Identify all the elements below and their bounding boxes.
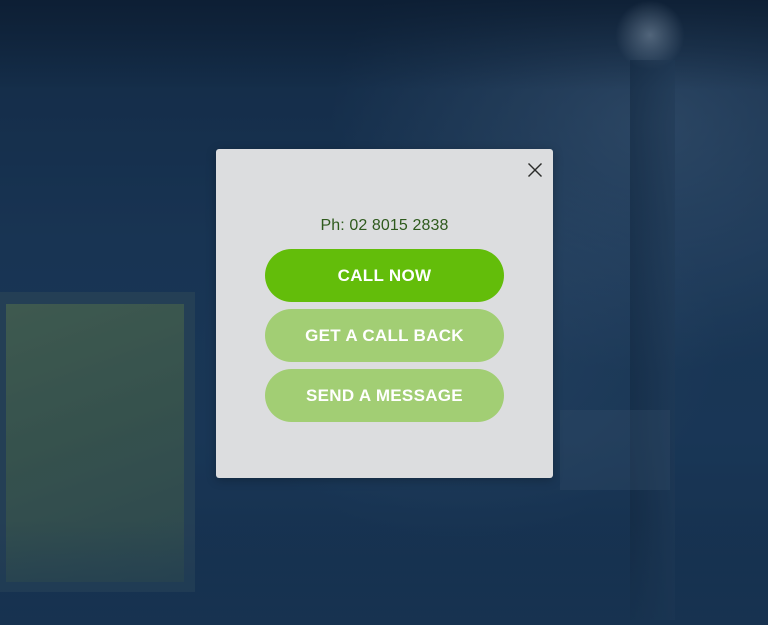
call-now-button[interactable]: CALL NOW <box>265 249 504 302</box>
close-icon <box>528 163 542 177</box>
get-call-back-button[interactable]: GET A CALL BACK <box>265 309 504 362</box>
close-button[interactable] <box>525 160 545 180</box>
phone-number: Ph: 02 8015 2838 <box>320 217 449 234</box>
send-message-button[interactable]: SEND A MESSAGE <box>265 369 504 422</box>
contact-modal: Ph: 02 8015 2838 CALL NOW GET A CALL BAC… <box>216 149 553 478</box>
